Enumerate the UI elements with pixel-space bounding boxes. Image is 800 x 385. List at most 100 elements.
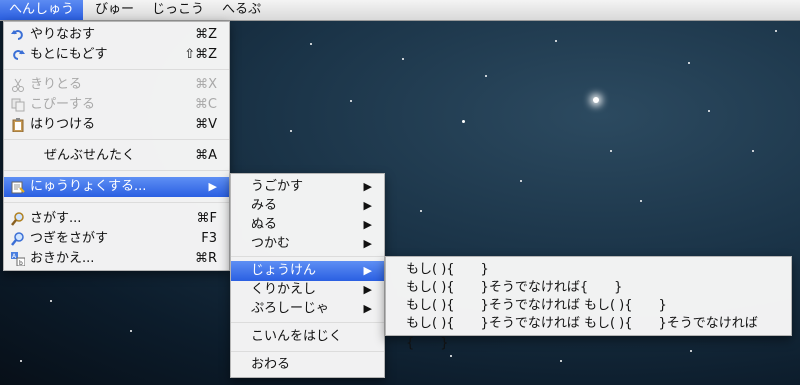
menu-bar: へんしゅう びゅー じっこう へるぷ bbox=[0, 0, 800, 21]
clipboard-icon bbox=[12, 118, 24, 132]
menubar-edit[interactable]: へんしゅう bbox=[0, 0, 84, 20]
star bbox=[688, 62, 690, 64]
scissors-icon bbox=[12, 78, 24, 92]
grab-label: つかむ bbox=[251, 236, 291, 251]
bright-star bbox=[593, 97, 599, 103]
submenu-arrow-icon: ▶ bbox=[363, 218, 372, 231]
copy-icon bbox=[11, 98, 25, 112]
submenu-arrow-icon: ▶ bbox=[363, 180, 372, 193]
star bbox=[310, 43, 312, 45]
menu-item-paste[interactable]: はりつける ⌘V bbox=[4, 115, 229, 135]
separator bbox=[4, 139, 229, 140]
edit-menu: やりなおす ⌘Z もとにもどす ⇧⌘Z きりとる ⌘X こぴーする ⌘C はりつ… bbox=[3, 21, 230, 271]
undo-shortcut: ⌘Z bbox=[195, 27, 217, 42]
submenu-item-move[interactable]: うごかす ▶ bbox=[231, 177, 384, 197]
submenu-item-look[interactable]: みる ▶ bbox=[231, 196, 384, 216]
select-all-shortcut: ⌘A bbox=[195, 148, 217, 163]
submenu-item-error[interactable]: こいんをはじく bbox=[231, 327, 384, 347]
menu-item-copy[interactable]: こぴーする ⌘C bbox=[4, 95, 229, 115]
if-elseif-label: もし( ){ }そうでなければ もし( ){ } bbox=[406, 298, 667, 313]
menu-item-select-all[interactable]: ぜんぶせんたく ⌘A bbox=[4, 146, 229, 166]
menu-item-insert[interactable]: にゅうりょくする... ▶ bbox=[4, 177, 229, 197]
submenu-item-paint[interactable]: ぬる ▶ bbox=[231, 215, 384, 235]
end-label: おわる bbox=[251, 357, 291, 372]
move-label: うごかす bbox=[251, 179, 304, 194]
menubar-run[interactable]: じっこう bbox=[143, 0, 213, 20]
condition-label: じょうけん bbox=[251, 263, 317, 278]
menu-item-undo[interactable]: やりなおす ⌘Z bbox=[4, 25, 229, 45]
undo-label: やりなおす bbox=[30, 27, 96, 42]
star bbox=[520, 180, 522, 182]
condition-item-if[interactable]: もし( ){ } bbox=[386, 260, 791, 280]
magnifier-icon bbox=[11, 212, 24, 226]
separator bbox=[4, 69, 229, 70]
redo-label: もとにもどす bbox=[30, 47, 108, 62]
menu-item-cut[interactable]: きりとる ⌘X bbox=[4, 75, 229, 95]
find-next-icon bbox=[11, 232, 24, 246]
star bbox=[290, 130, 292, 132]
menu-item-find-next[interactable]: つぎをさがす F3 bbox=[4, 229, 229, 249]
look-label: みる bbox=[251, 198, 278, 213]
star bbox=[350, 100, 352, 102]
separator bbox=[231, 351, 384, 352]
condition-submenu: もし( ){ } もし( ){ }そうでなければ{ } もし( ){ }そうでな… bbox=[385, 256, 792, 351]
star bbox=[420, 210, 422, 212]
submenu-item-condition[interactable]: じょうけん ▶ bbox=[231, 261, 384, 281]
submenu-arrow-icon: ▶ bbox=[363, 283, 372, 296]
submenu-arrow-icon: ▶ bbox=[363, 264, 372, 277]
submenu-item-repeat[interactable]: くりかえし ▶ bbox=[231, 280, 384, 300]
star bbox=[462, 120, 465, 123]
separator bbox=[231, 256, 384, 257]
copy-label: こぴーする bbox=[30, 97, 96, 112]
submenu-arrow-icon: ▶ bbox=[363, 199, 372, 212]
condition-item-if-elseif[interactable]: もし( ){ }そうでなければ もし( ){ } bbox=[386, 296, 791, 316]
star bbox=[485, 75, 487, 77]
find-next-label: つぎをさがす bbox=[30, 231, 109, 246]
submenu-arrow-icon: ▶ bbox=[208, 180, 217, 193]
menu-item-replace[interactable]: Ab おきかえ... ⌘R bbox=[4, 249, 229, 269]
insert-submenu: うごかす ▶ みる ▶ ぬる ▶ つかむ ▶ じょうけん ▶ くりかえし ▶ ぷ… bbox=[230, 173, 385, 378]
cut-shortcut: ⌘X bbox=[195, 77, 217, 92]
paste-shortcut: ⌘V bbox=[195, 117, 217, 132]
submenu-item-end[interactable]: おわる bbox=[231, 355, 384, 375]
copy-shortcut: ⌘C bbox=[194, 97, 217, 112]
undo-icon bbox=[11, 30, 23, 40]
find-label: さがす... bbox=[30, 211, 82, 226]
paint-label: ぬる bbox=[251, 217, 278, 232]
insert-label: にゅうりょくする... bbox=[30, 179, 147, 194]
replace-label: おきかえ... bbox=[30, 251, 95, 266]
paste-label: はりつける bbox=[30, 117, 96, 132]
submenu-arrow-icon: ▶ bbox=[363, 302, 372, 315]
redo-shortcut: ⇧⌘Z bbox=[184, 47, 217, 62]
menu-item-redo[interactable]: もとにもどす ⇧⌘Z bbox=[4, 45, 229, 65]
repeat-label: くりかえし bbox=[251, 282, 317, 297]
select-all-label: ぜんぶせんたく bbox=[44, 148, 136, 163]
insert-icon bbox=[11, 181, 25, 194]
star bbox=[402, 58, 404, 60]
menubar-help[interactable]: へるぷ bbox=[213, 0, 270, 20]
submenu-item-grab[interactable]: つかむ ▶ bbox=[231, 234, 384, 254]
star bbox=[560, 360, 562, 362]
menubar-view[interactable]: びゅー bbox=[86, 0, 143, 20]
star bbox=[130, 330, 132, 332]
star bbox=[775, 30, 777, 32]
cut-label: きりとる bbox=[30, 77, 83, 92]
condition-item-if-else[interactable]: もし( ){ }そうでなければ{ } bbox=[386, 278, 791, 298]
separator bbox=[4, 170, 229, 171]
if-elseif-else-label: もし( ){ }そうでなければ もし( ){ }そうでなければ{ } bbox=[406, 316, 758, 351]
submenu-arrow-icon: ▶ bbox=[363, 237, 372, 250]
submenu-item-procedure[interactable]: ぷろしーじゃ ▶ bbox=[231, 299, 384, 319]
if-label: もし( ){ } bbox=[406, 262, 489, 277]
star bbox=[708, 110, 710, 112]
star bbox=[640, 200, 642, 202]
star bbox=[20, 360, 22, 362]
condition-item-if-elseif-else[interactable]: もし( ){ }そうでなければ もし( ){ }そうでなければ{ } bbox=[386, 314, 791, 351]
menu-item-find[interactable]: さがす... ⌘F bbox=[4, 209, 229, 229]
if-else-label: もし( ){ }そうでなければ{ } bbox=[406, 280, 623, 295]
replace-icon: Ab bbox=[11, 252, 25, 266]
error-label: こいんをはじく bbox=[251, 329, 343, 344]
svg-text:b: b bbox=[19, 260, 23, 266]
find-shortcut: ⌘F bbox=[196, 211, 217, 226]
star bbox=[50, 300, 52, 302]
procedure-label: ぷろしーじゃ bbox=[251, 301, 330, 316]
